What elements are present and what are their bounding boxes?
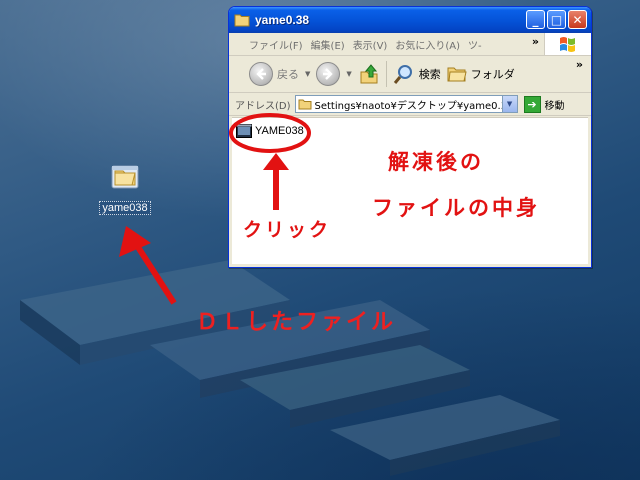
file-item-yame038[interactable]: YAME038 (236, 124, 304, 138)
folders-icon (447, 67, 467, 82)
windows-flag-icon (560, 37, 575, 52)
toolbar: 戻る ▼ ▼ 検索 フォルダ » (229, 56, 591, 93)
toolbar-divider (385, 61, 387, 87)
address-bar: アドレス(D) Settings¥naoto¥デスクトップ¥yame0.38 ▼… (229, 93, 591, 116)
address-value: Settings¥naoto¥デスクトップ¥yame0.38 (314, 100, 503, 112)
go-label: 移動 (544, 100, 565, 112)
menu-overflow-button[interactable]: » (532, 35, 539, 48)
desktop-icon-yame038[interactable]: yame038 (98, 160, 152, 215)
minimize-button[interactable]: _ (526, 10, 545, 29)
menu-view[interactable]: 表示(V) (353, 37, 388, 52)
folders-button[interactable]: フォルダ (447, 65, 515, 83)
search-icon (393, 65, 412, 84)
search-label: 検索 (418, 68, 441, 81)
maximize-button[interactable]: □ (547, 10, 566, 29)
menu-favorites[interactable]: お気に入り(A) (395, 37, 460, 52)
chevron-down-icon[interactable]: ▼ (305, 70, 310, 78)
menu-bar: ファイル(F) 編集(E) 表示(V) お気に入り(A) ツ- » (229, 33, 591, 56)
back-button[interactable]: 戻る ▼ (249, 62, 310, 86)
windows-logo (544, 33, 591, 55)
close-button[interactable]: ✕ (568, 10, 587, 29)
folders-label: フォルダ (470, 68, 515, 81)
annotation-downloaded-file: ＤＬしたファイル (196, 310, 397, 335)
search-button[interactable]: 検索 (393, 63, 441, 85)
folder-icon (234, 14, 250, 27)
forward-arrow-icon (323, 68, 334, 80)
menu-file[interactable]: ファイル(F) (249, 37, 303, 52)
back-arrow-icon (256, 68, 266, 80)
go-arrow-icon: ➔ (527, 97, 537, 111)
toolbar-overflow-button[interactable]: » (576, 58, 583, 71)
go-button[interactable]: ➔ 移動 (523, 95, 565, 113)
annotation-result-line2: ファイルの中身 (372, 196, 540, 220)
address-label: アドレス(D) (235, 100, 291, 112)
compressed-folder-icon (111, 165, 139, 189)
annotation-result-line1: 解凍後の (388, 150, 484, 174)
desktop-icon-label: yame038 (99, 201, 151, 215)
up-folder-icon (360, 64, 378, 84)
title-bar[interactable]: yame0.38 _ □ ✕ (229, 7, 591, 33)
address-dropdown-button[interactable]: ▼ (502, 95, 518, 113)
program-icon (236, 124, 252, 138)
folder-icon (298, 99, 312, 110)
forward-button[interactable]: ▼ (316, 62, 352, 86)
address-field[interactable]: Settings¥naoto¥デスクトップ¥yame0.38 (294, 95, 503, 113)
menu-edit[interactable]: 編集(E) (311, 37, 345, 52)
desktop: yame038 yame0.38 _ □ ✕ ファイル(F) 編集(E) 表示(… (0, 0, 640, 480)
chevron-down-icon[interactable]: ▼ (346, 70, 351, 78)
chevron-down-icon: ▼ (506, 100, 513, 108)
back-label: 戻る (277, 68, 299, 81)
menu-tools[interactable]: ツ- (468, 37, 482, 52)
window-title: yame0.38 (255, 13, 310, 27)
annotation-click: クリック (243, 219, 332, 241)
up-folder-button[interactable] (358, 63, 380, 85)
file-name: YAME038 (255, 125, 304, 137)
